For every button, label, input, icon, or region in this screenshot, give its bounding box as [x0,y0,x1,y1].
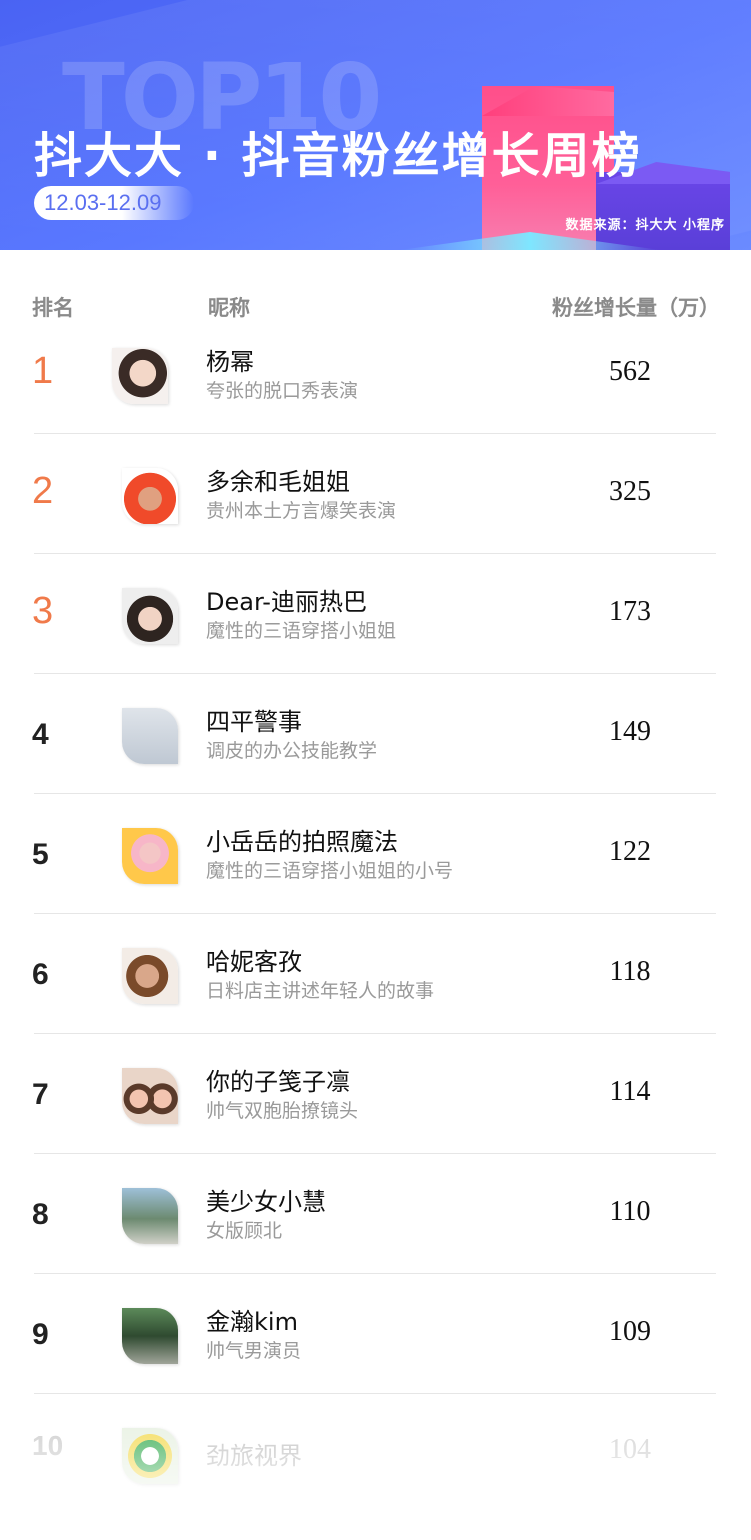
avatar-8[interactable] [122,1188,178,1244]
avatar-10[interactable] [122,1428,178,1484]
data-source-label: 数据来源：抖大大 小程序 [565,218,725,233]
rank-number: 5 [32,838,49,871]
rank-number: 3 [32,590,54,632]
avatar-image [122,1068,178,1124]
avatar-image [122,828,178,884]
nickname[interactable]: 哈妮客孜 [206,942,302,977]
table-row[interactable]: 5 小岳岳的拍照魔法魔性的三语穿搭小姐姐的小号 122 [0,820,751,940]
rank-number: 1 [32,350,54,392]
avatar-2[interactable] [122,468,178,524]
follower-growth-value: 110 [609,1196,651,1227]
date-range: 12.03-12.09 [44,190,162,215]
rank-number: 9 [32,1318,49,1351]
table-row[interactable]: 10 劲旅视界 104 [0,1420,751,1540]
nickname[interactable]: 小岳岳的拍照魔法 [206,822,398,857]
nickname[interactable]: 多余和毛姐姐 [206,462,350,497]
account-description: 夸张的脱口秀表演 [206,380,359,402]
row-divider [34,433,716,434]
column-header-rank: 排名 [32,296,74,320]
rank-number: 7 [32,1078,49,1111]
account-description: 帅气双胞胎撩镜头 [206,1100,359,1122]
account-description: 日料店主讲述年轻人的故事 [206,980,435,1002]
row-divider [34,1033,716,1034]
avatar-4[interactable] [122,708,178,764]
avatar-1[interactable] [112,348,168,404]
page-title: 抖大大 · 抖音粉丝增长周榜 [34,128,642,184]
rank-number: 10 [32,1430,64,1461]
follower-growth-value: 562 [609,356,651,387]
avatar-image [122,468,178,524]
table-row[interactable]: 3 Dear-迪丽热巴魔性的三语穿搭小姐姐 173 [0,580,751,700]
account-description: 女版顾北 [206,1220,283,1242]
nickname[interactable]: 四平警事 [206,702,302,737]
avatar-image [122,1308,178,1364]
row-divider [34,553,716,554]
avatar-image [122,708,178,764]
follower-growth-value: 109 [609,1316,651,1347]
avatar-7[interactable] [122,1068,178,1124]
nickname[interactable]: 美少女小慧 [206,1182,326,1217]
avatar-image [122,1188,178,1244]
row-divider [34,673,716,674]
follower-growth-value: 173 [609,596,651,627]
table-row[interactable]: 1 杨幂夸张的脱口秀表演 562 [0,340,751,460]
row-divider [34,1273,716,1274]
row-divider [34,793,716,794]
account-description: 调皮的办公技能教学 [206,740,378,762]
avatar-image [112,348,168,404]
avatar-5[interactable] [122,828,178,884]
table-row[interactable]: 9 金瀚kim 帅气男演员 109 [0,1300,751,1420]
follower-growth-value: 118 [609,956,651,987]
follower-growth-value: 114 [609,1076,651,1107]
column-header-growth: 粉丝增长量（万） [552,296,720,320]
follower-growth-value: 122 [609,836,651,867]
nickname[interactable]: 杨幂 [206,342,254,377]
table-row[interactable]: 7 你的子笺子凛帅气双胞胎撩镜头 114 [0,1060,751,1180]
avatar-3[interactable] [122,588,178,644]
rank-number: 2 [32,470,54,512]
rank-number: 4 [32,718,49,751]
table-row[interactable]: 4 四平警事调皮的办公技能教学 149 [0,700,751,820]
account-description: 魔性的三语穿搭小姐姐的小号 [206,860,454,882]
row-divider [34,1393,716,1394]
table-row[interactable]: 6 哈妮客孜日料店主讲述年轻人的故事 118 [0,940,751,1060]
nickname[interactable]: 你的子笺子凛 [206,1062,350,1097]
avatar-image [122,948,178,1004]
nickname[interactable]: 金瀚kim [206,1302,298,1337]
column-header-nickname: 昵称 [208,296,250,320]
row-divider [34,913,716,914]
rank-number: 8 [32,1198,49,1231]
account-description: 帅气男演员 [206,1340,302,1362]
header-banner: TOP10 抖大大 · 抖音粉丝增长周榜 12.03-12.09 数据来源：抖大… [0,0,751,250]
table-row[interactable]: 8 美少女小慧女版顾北 110 [0,1180,751,1300]
row-divider [34,1153,716,1154]
avatar-image [122,1428,178,1484]
nickname[interactable]: Dear-迪丽热巴 [206,582,367,617]
rank-number: 6 [32,958,49,991]
table-row[interactable]: 2 多余和毛姐姐贵州本土方言爆笑表演 325 [0,460,751,580]
avatar-6[interactable] [122,948,178,1004]
follower-growth-value: 104 [609,1434,651,1465]
account-description: 贵州本土方言爆笑表演 [206,500,397,522]
avatar-9[interactable] [122,1308,178,1364]
nickname[interactable]: 劲旅视界 [206,1436,302,1471]
avatar-image [122,588,178,644]
account-description: 魔性的三语穿搭小姐姐 [206,620,397,642]
follower-growth-value: 325 [609,476,651,507]
follower-growth-value: 149 [609,716,651,747]
